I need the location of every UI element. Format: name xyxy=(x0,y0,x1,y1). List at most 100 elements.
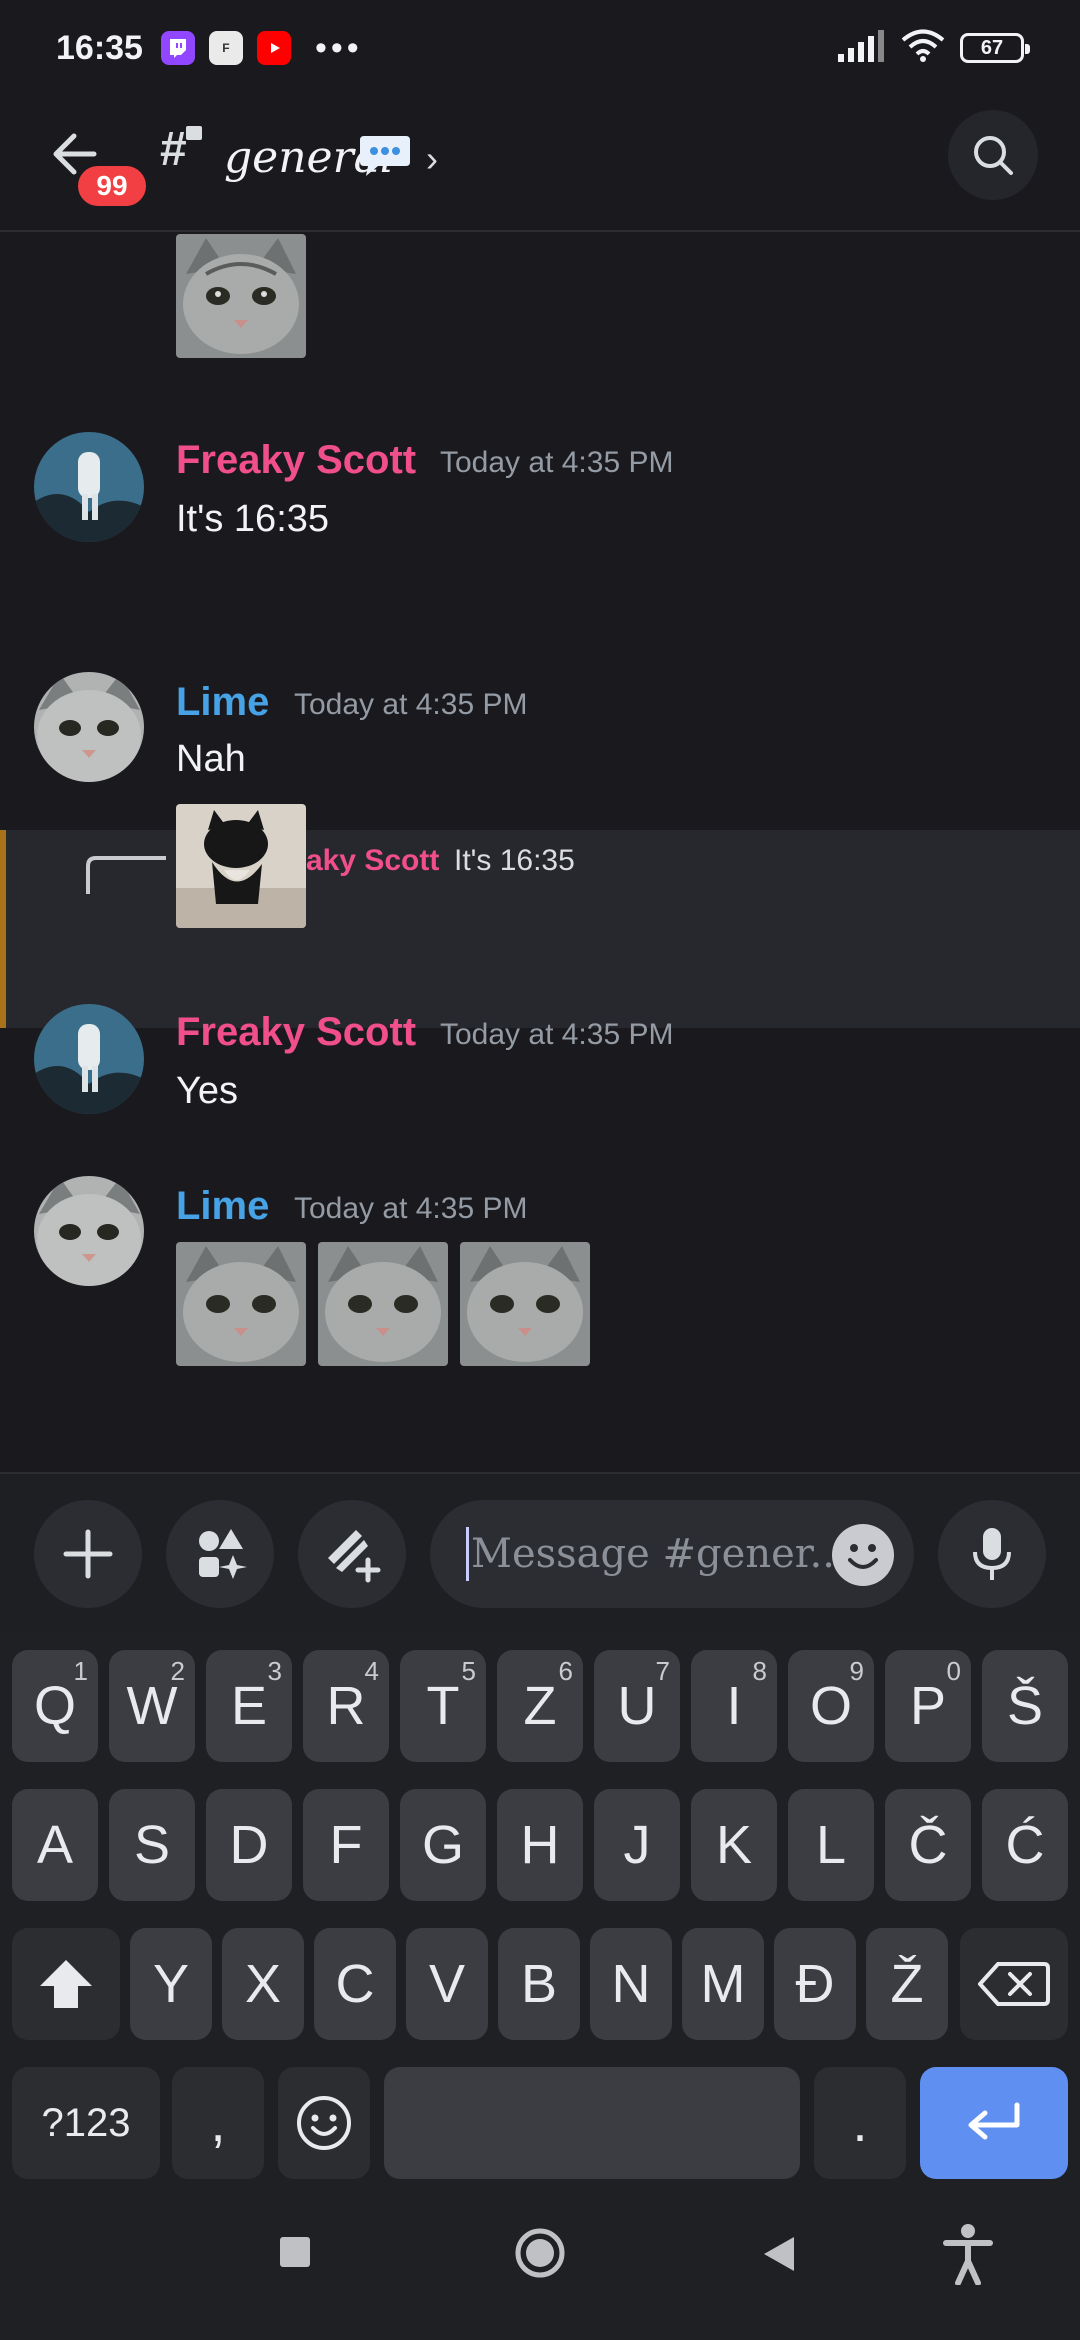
keyboard-row-4: ?123 , . xyxy=(0,2067,1080,2179)
key-o[interactable]: O9 xyxy=(788,1650,874,1762)
keyboard-row-1: Q1 W2 E3 R4 T5 Z6 U7 I8 O9 P0 Š xyxy=(0,1650,1080,1762)
microphone-icon xyxy=(973,1528,1011,1580)
message-input[interactable]: Message #gener... xyxy=(430,1500,914,1608)
recents-button[interactable] xyxy=(278,2235,312,2274)
avatar[interactable] xyxy=(34,672,144,782)
key-r[interactable]: R4 xyxy=(303,1650,389,1762)
message-author[interactable]: Lime xyxy=(176,1184,269,1229)
search-icon xyxy=(974,136,1013,175)
key-c[interactable]: C xyxy=(314,1928,396,2040)
key-c-caron[interactable]: Č xyxy=(885,1789,971,1901)
cat-image[interactable] xyxy=(176,1242,306,1366)
key-n[interactable]: N xyxy=(590,1928,672,2040)
keyboard-row-2: A S D F G H J K L Č Ć xyxy=(0,1789,1080,1901)
keyboard-row-3: Y X C V B N M Đ Ž xyxy=(0,1928,1080,2040)
signal-icon xyxy=(836,29,886,67)
enter-icon xyxy=(968,2102,1020,2140)
key-g[interactable]: G xyxy=(400,1789,486,1901)
accessibility-button[interactable] xyxy=(942,2223,994,2290)
key-v[interactable]: V xyxy=(406,1928,488,2040)
cat-image[interactable] xyxy=(318,1242,448,1366)
cat-image[interactable] xyxy=(176,234,306,358)
back-nav-button[interactable] xyxy=(762,2235,796,2278)
key-b[interactable]: B xyxy=(498,1928,580,2040)
backspace-key[interactable] xyxy=(960,1928,1068,2040)
on-screen-keyboard: Q1 W2 E3 R4 T5 Z6 U7 I8 O9 P0 Š A S D F … xyxy=(0,1632,1080,2187)
apps-button[interactable] xyxy=(166,1500,274,1608)
period-key[interactable]: . xyxy=(814,2067,906,2179)
key-s[interactable]: S xyxy=(109,1789,195,1901)
cat-image[interactable] xyxy=(176,804,306,928)
key-i[interactable]: I8 xyxy=(691,1650,777,1762)
youtube-icon xyxy=(256,31,291,65)
space-key[interactable] xyxy=(384,2067,800,2179)
shift-key[interactable] xyxy=(12,1928,120,2040)
back-icon xyxy=(764,2237,794,2271)
accessibility-icon xyxy=(943,2224,993,2286)
more-notifications: ••• xyxy=(314,28,363,67)
channel-header: 99 # general › xyxy=(0,96,1080,232)
chevron-right-icon[interactable]: › xyxy=(426,138,438,180)
key-h[interactable]: H xyxy=(497,1789,583,1901)
unread-badge[interactable]: 99 xyxy=(74,162,150,210)
voice-message-button[interactable] xyxy=(938,1500,1046,1608)
key-t[interactable]: T5 xyxy=(400,1650,486,1762)
key-l[interactable]: L xyxy=(788,1789,874,1901)
message-author[interactable]: Lime xyxy=(176,680,269,725)
cat-image[interactable] xyxy=(460,1242,590,1366)
plus-icon xyxy=(63,1529,113,1579)
message-text: Nah xyxy=(176,738,246,780)
key-a[interactable]: A xyxy=(12,1789,98,1901)
backspace-icon xyxy=(978,1962,1050,2006)
key-d-stroke[interactable]: Đ xyxy=(774,1928,856,2040)
status-time: 16:35 xyxy=(56,28,143,67)
comma-key[interactable]: , xyxy=(172,2067,264,2179)
battery-icon: 67 xyxy=(960,33,1030,63)
key-e[interactable]: E3 xyxy=(206,1650,292,1762)
key-p[interactable]: P0 xyxy=(885,1650,971,1762)
wifi-icon xyxy=(900,29,946,68)
fast-app-icon: F xyxy=(208,31,243,65)
key-j[interactable]: J xyxy=(594,1789,680,1901)
key-c-acute[interactable]: Ć xyxy=(982,1789,1068,1901)
shift-icon xyxy=(40,1960,92,2008)
message-timestamp: Today at 4:35 PM xyxy=(440,1018,674,1051)
message-text: Yes xyxy=(176,1070,238,1112)
apps-icon xyxy=(199,1529,247,1579)
home-icon xyxy=(515,2228,565,2278)
message-placeholder: Message #gener... xyxy=(471,1531,848,1577)
message-author[interactable]: Freaky Scott xyxy=(176,1010,416,1055)
message-list[interactable]: Freaky Scott Today at 4:35 PM It's 16:35… xyxy=(0,232,1080,1472)
key-k[interactable]: K xyxy=(691,1789,777,1901)
key-w[interactable]: W2 xyxy=(109,1650,195,1762)
search-button[interactable] xyxy=(948,110,1038,200)
avatar[interactable] xyxy=(34,432,144,542)
key-q[interactable]: Q1 xyxy=(12,1650,98,1762)
key-m[interactable]: M xyxy=(682,1928,764,2040)
key-f[interactable]: F xyxy=(303,1789,389,1901)
add-attachment-button[interactable] xyxy=(34,1500,142,1608)
recents-icon xyxy=(280,2237,310,2267)
message-timestamp: Today at 4:35 PM xyxy=(440,446,674,479)
emoji-key[interactable] xyxy=(278,2067,370,2179)
home-button[interactable] xyxy=(514,2227,566,2284)
key-z-caron[interactable]: Ž xyxy=(866,1928,948,2040)
avatar[interactable] xyxy=(34,1004,144,1114)
lock-icon xyxy=(186,126,202,140)
key-y[interactable]: Y xyxy=(130,1928,212,2040)
key-z[interactable]: Z6 xyxy=(497,1650,583,1762)
emoji-button[interactable] xyxy=(832,1524,894,1586)
gift-button[interactable] xyxy=(298,1500,406,1608)
key-d[interactable]: D xyxy=(206,1789,292,1901)
avatar[interactable] xyxy=(34,1176,144,1286)
reply-connector-icon xyxy=(86,856,166,894)
key-x[interactable]: X xyxy=(222,1928,304,2040)
symbols-key[interactable]: ?123 xyxy=(12,2067,160,2179)
reply-text[interactable]: It's 16:35 xyxy=(454,844,575,878)
status-bar: 16:35 F ••• 67 xyxy=(0,0,1080,96)
key-u[interactable]: U7 xyxy=(594,1650,680,1762)
key-s-caron[interactable]: Š xyxy=(982,1650,1068,1762)
battery-level: 67 xyxy=(980,36,1004,59)
enter-key[interactable] xyxy=(920,2067,1068,2179)
message-author[interactable]: Freaky Scott xyxy=(176,438,416,483)
